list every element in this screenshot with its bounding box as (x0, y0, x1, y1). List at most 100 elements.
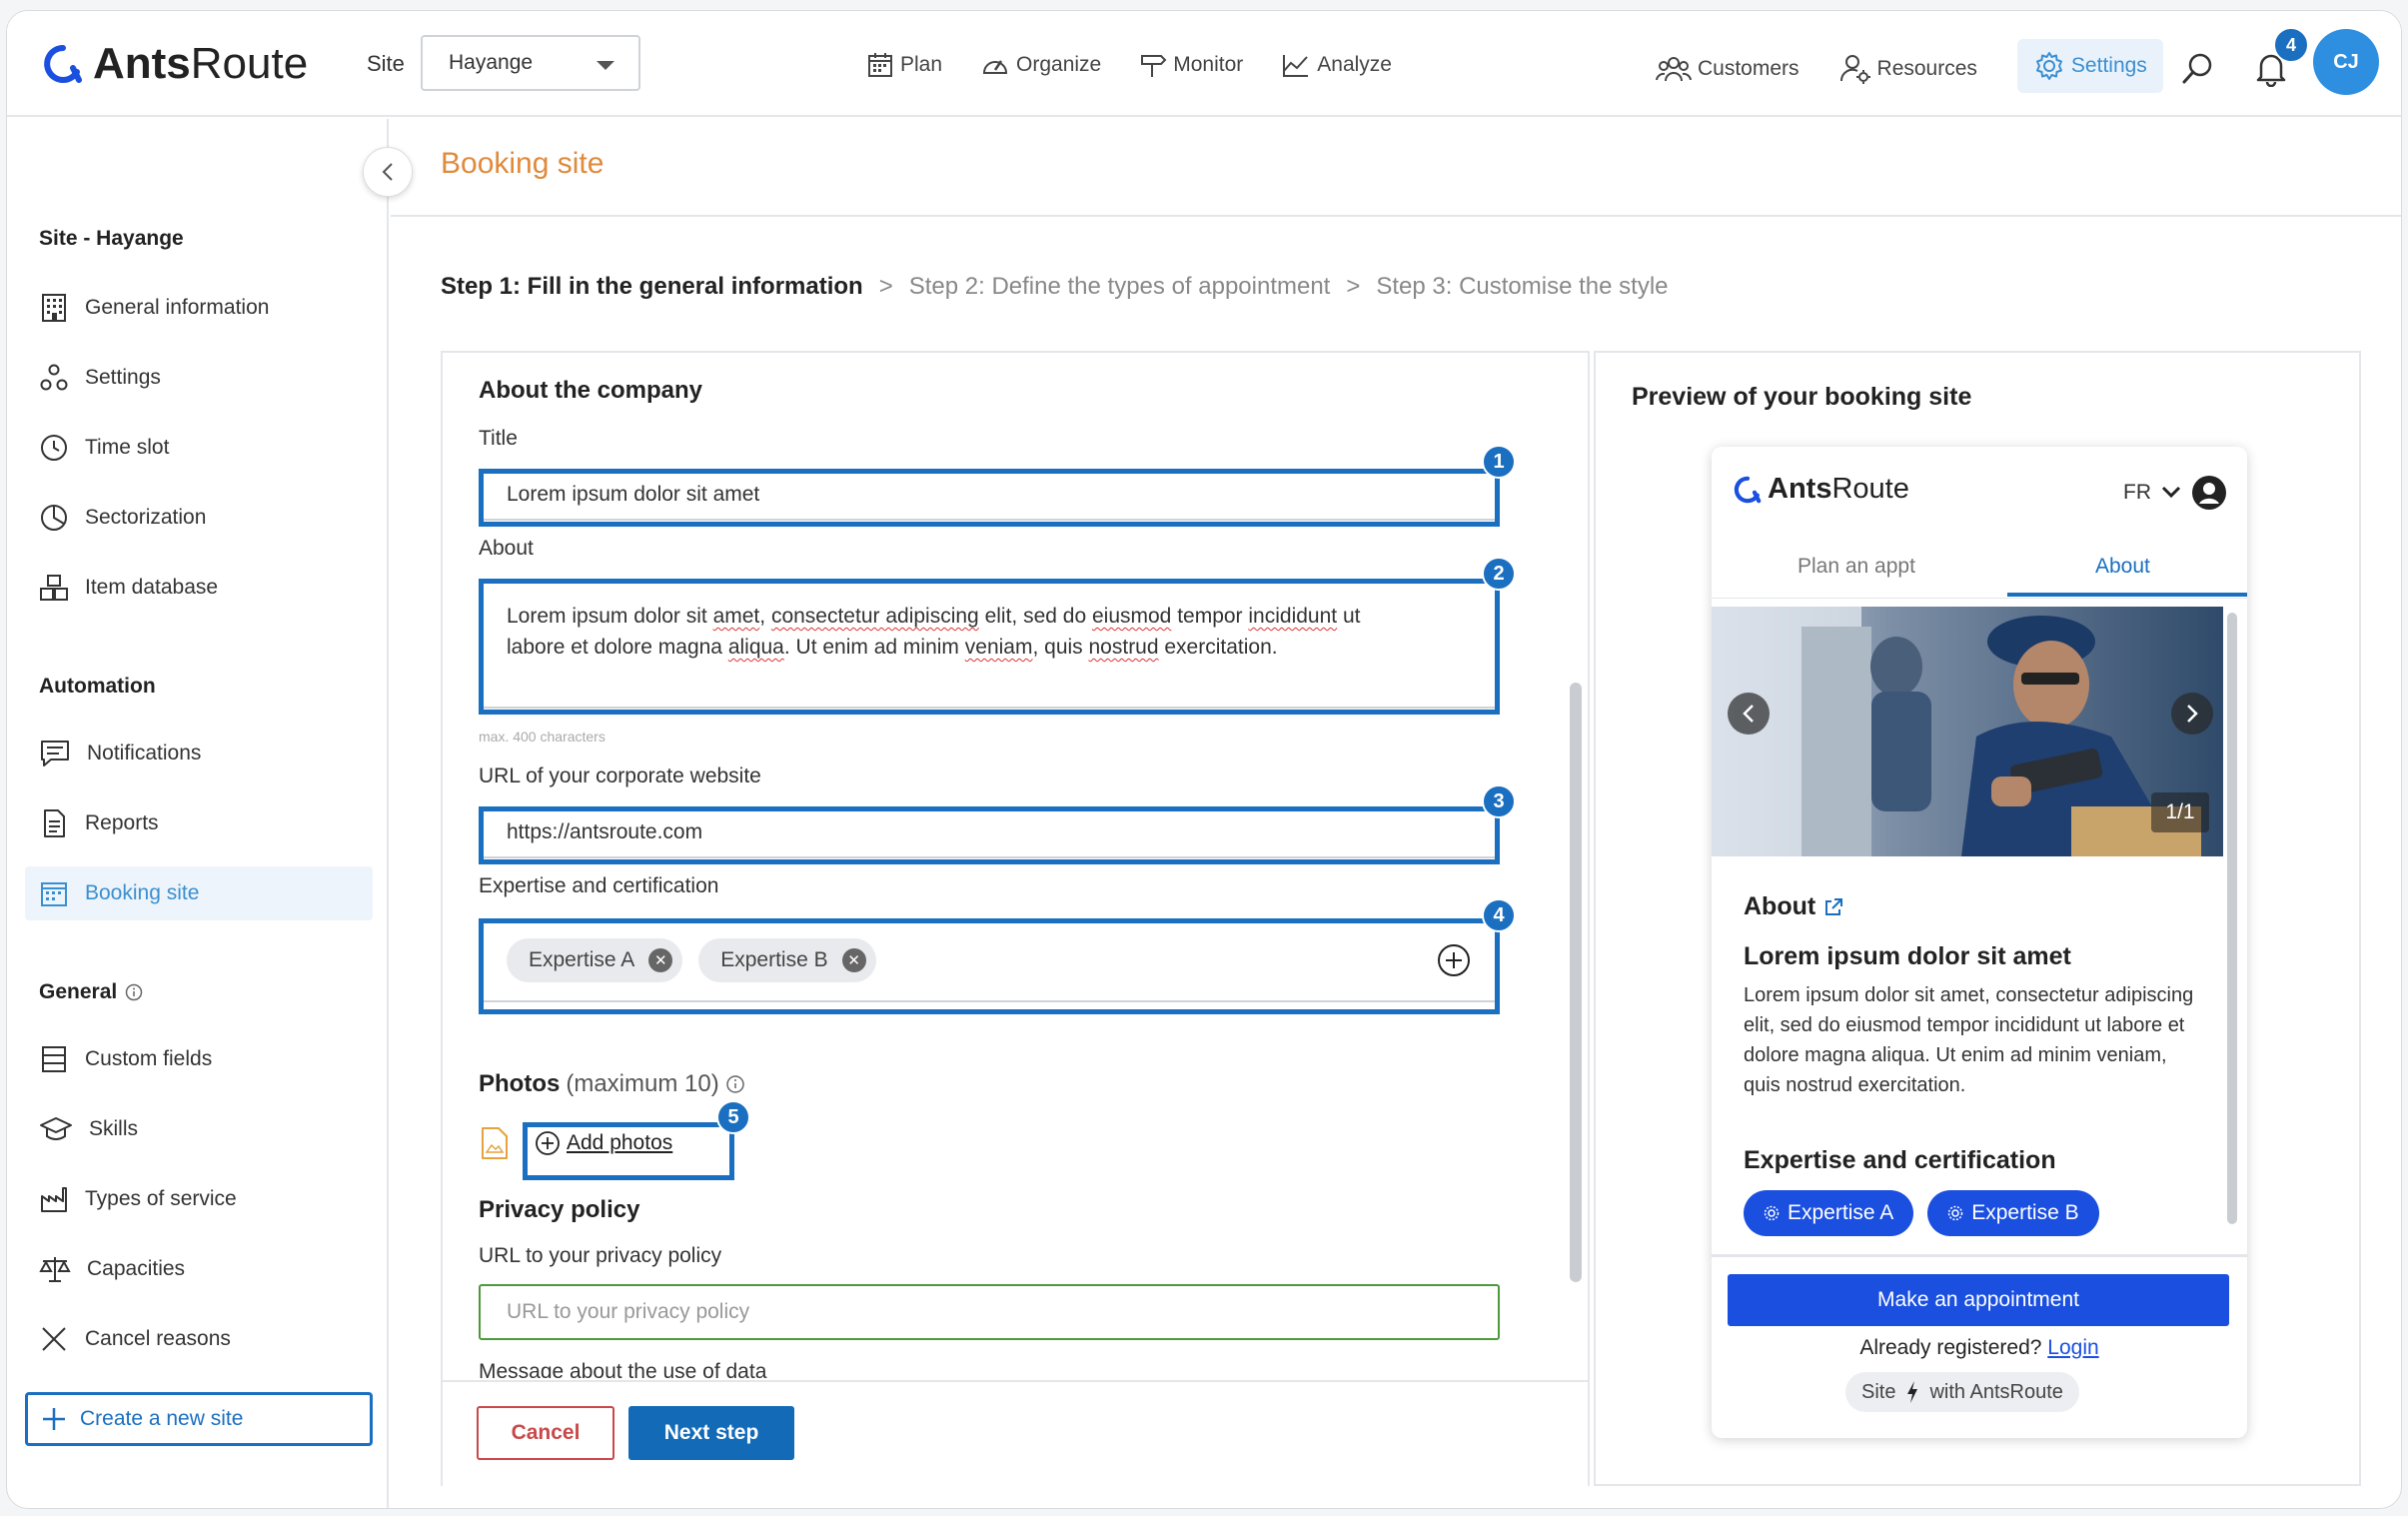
carousel-next-button[interactable] (2171, 693, 2213, 735)
form-scrollbar[interactable] (1570, 683, 1582, 1282)
general-heading-label: General (39, 980, 118, 1003)
preview-expertise-chip: Expertise A (1744, 1190, 1914, 1236)
nav-settings-label: Settings (2070, 54, 2147, 77)
carousel-counter: 1/1 (2151, 792, 2209, 832)
sidebar-item-label: Notifications (87, 742, 202, 764)
sidebar-item-label: Skills (89, 1117, 139, 1140)
nav-monitor[interactable]: Monitor (1139, 45, 1243, 85)
nav-analyze[interactable]: Analyze (1281, 45, 1392, 85)
stepper-breadcrumb: Step 1: Fill in the general information … (441, 273, 1669, 301)
preview-scrollbar[interactable] (2227, 613, 2237, 1224)
gear-icon (1764, 1205, 1780, 1221)
resources-icon (1839, 55, 1870, 84)
tab-plan-an-appt[interactable]: Plan an appt (1798, 555, 1915, 579)
sidebar-item-label: Settings (85, 366, 161, 389)
sidebar-item-skills[interactable]: Skills (25, 1102, 373, 1156)
company-photo-carousel: 1/1 (1712, 607, 2223, 856)
badge-right-text: with AntsRoute (1929, 1380, 2063, 1403)
pie-chart-icon (41, 505, 67, 531)
photos-heading: Photos (maximum 10) (479, 1070, 745, 1098)
step-1[interactable]: Step 1: Fill in the general information (441, 273, 863, 301)
sidebar-item-general-information[interactable]: General information (25, 281, 373, 335)
boxes-icon (40, 575, 68, 601)
gear-icon (2035, 52, 2062, 80)
make-appointment-button[interactable]: Make an appointment (1728, 1274, 2229, 1326)
sidebar-item-item-database[interactable]: Item database (25, 561, 373, 615)
sidebar-item-capacities[interactable]: Capacities (25, 1242, 373, 1296)
avatar[interactable]: CJ (2313, 29, 2379, 95)
site-select[interactable]: Hayange (421, 35, 640, 91)
nav-plan[interactable]: Plan (866, 45, 942, 85)
calendar-icon (868, 53, 892, 77)
cancel-button[interactable]: Cancel (477, 1406, 614, 1460)
fields-icon (42, 1046, 66, 1072)
antsroute-logo[interactable]: AntsRoute (43, 39, 308, 89)
preview-title: Preview of your booking site (1632, 383, 1972, 411)
graduation-cap-icon (40, 1117, 72, 1140)
section-about-company: About the company (479, 377, 703, 404)
sidebar-item-cancel-reasons[interactable]: Cancel reasons (25, 1312, 373, 1366)
step-2[interactable]: Step 2: Define the types of appointment (909, 273, 1331, 301)
nav-settings[interactable]: Settings (2016, 39, 2163, 93)
external-link-icon[interactable] (1823, 897, 1843, 917)
next-step-button[interactable]: Next step (628, 1406, 794, 1460)
photos-hint: (maximum 10) (566, 1070, 719, 1097)
top-bar: AntsRoute Site Hayange Plan Organize Mon… (7, 11, 2401, 117)
preview-phone-frame: AntsRoute FR Plan an appt About 1/1 Abou… (1712, 447, 2247, 1438)
preview-logo: AntsRoute (1734, 473, 1909, 506)
nav-customers[interactable]: Customers (1656, 49, 1800, 89)
general-heading: General (39, 980, 143, 1004)
carousel-prev-button[interactable] (1728, 693, 1770, 735)
info-icon[interactable] (125, 983, 143, 1001)
user-account-icon[interactable] (2191, 475, 2227, 511)
preview-expertise-heading: Expertise and certification (1744, 1146, 2056, 1174)
site-heading: Site - Hayange (39, 227, 184, 250)
nav-resources-label: Resources (1876, 57, 1977, 80)
sidebar-item-booking-site[interactable]: Booking site (25, 866, 373, 920)
sidebar-item-notifications[interactable]: Notifications (25, 727, 373, 780)
preview-about-heading: About (1744, 892, 1843, 921)
image-file-icon (482, 1127, 508, 1159)
general-info-form: About the company Title Lorem ipsum dolo… (441, 351, 1590, 1486)
about-label: About (479, 537, 534, 560)
sidebar-item-label: Capacities (87, 1257, 186, 1280)
lightning-icon (1907, 1381, 1918, 1403)
sidebar-item-reports[interactable]: Reports (25, 796, 373, 850)
sidebar-item-label: General information (85, 296, 270, 319)
nav-resources[interactable]: Resources (1839, 49, 1977, 89)
step-3[interactable]: Step 3: Customise the style (1376, 273, 1668, 301)
logo-icon (1734, 476, 1762, 503)
info-icon[interactable] (725, 1074, 745, 1094)
sidebar-item-sectorization[interactable]: Sectorization (25, 491, 373, 545)
create-new-site-button[interactable]: Create a new site (25, 1392, 373, 1446)
divider (1712, 1254, 2247, 1257)
page-title: Booking site (441, 147, 604, 180)
search-button[interactable] (2181, 51, 2215, 85)
callout-highlight (479, 579, 1500, 715)
sidebar-item-label: Custom fields (85, 1047, 213, 1070)
document-icon (44, 809, 65, 837)
nav-plan-label: Plan (900, 53, 943, 76)
tab-about[interactable]: About (2095, 555, 2150, 579)
language-selector[interactable]: FR (2123, 475, 2227, 511)
collapse-sidebar-button[interactable] (363, 147, 413, 197)
privacy-url-input[interactable]: URL to your privacy policy (479, 1284, 1500, 1340)
signpost-icon (1141, 55, 1167, 77)
sidebar-item-types-of-service[interactable]: Types of service (25, 1172, 373, 1226)
nav-organize[interactable]: Organize (980, 45, 1101, 85)
sidebar-item-label: Types of service (85, 1187, 237, 1210)
login-link[interactable]: Login (2047, 1336, 2098, 1359)
logo-text-light: Route (190, 39, 309, 88)
sidebar-item-time-slot[interactable]: Time slot (25, 421, 373, 475)
sidebar-item-settings[interactable]: Settings (25, 351, 373, 405)
cogs-icon (40, 364, 68, 391)
main-nav: Plan Organize Monitor Analyze (866, 45, 1392, 85)
notification-count-badge: 4 (2273, 27, 2309, 63)
preview-expertise-chip: Expertise B (1927, 1190, 2099, 1236)
scale-icon (39, 1257, 71, 1282)
gear-icon (1947, 1205, 1963, 1221)
automation-heading: Automation (39, 675, 156, 698)
callout-number: 4 (1482, 898, 1516, 932)
sidebar-item-custom-fields[interactable]: Custom fields (25, 1032, 373, 1086)
powered-by-badge[interactable]: Site with AntsRoute (1845, 1372, 2079, 1412)
